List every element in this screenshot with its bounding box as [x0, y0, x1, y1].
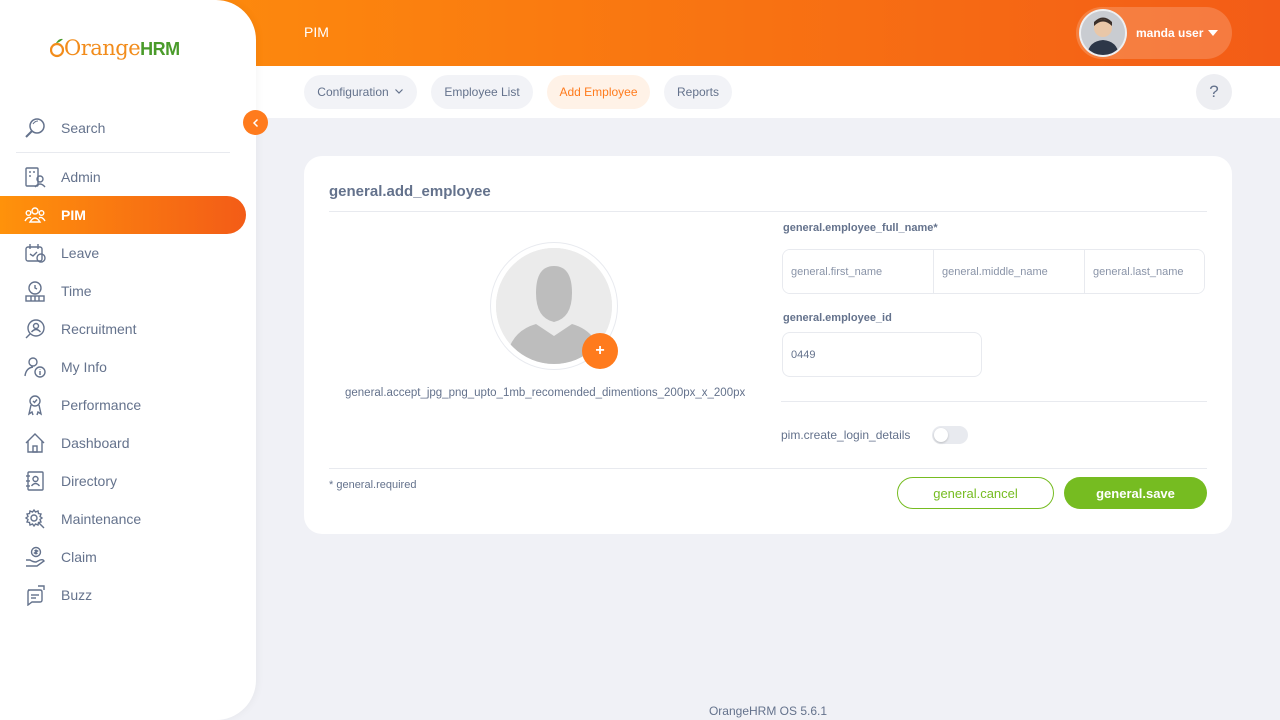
- tab-configuration[interactable]: Configuration: [304, 75, 417, 109]
- claim-icon: [23, 545, 47, 569]
- sidebar-item-buzz[interactable]: Buzz: [0, 576, 256, 614]
- admin-icon: [23, 165, 47, 189]
- tab-employee-list[interactable]: Employee List: [431, 75, 533, 109]
- sidebar-item-label: Buzz: [61, 587, 93, 603]
- tab-reports[interactable]: Reports: [664, 75, 732, 109]
- add-photo-button[interactable]: +: [582, 333, 618, 369]
- dashboard-icon: [23, 431, 47, 455]
- sidebar-item-dashboard[interactable]: Dashboard: [0, 424, 256, 462]
- full-name-label: general.employee_full_name*: [783, 222, 938, 234]
- chevron-down-icon: [394, 86, 404, 99]
- help-icon: ?: [1209, 82, 1219, 101]
- required-note: * general.required: [329, 479, 417, 491]
- toggle-knob: [934, 428, 948, 442]
- recruitment-icon: [23, 317, 47, 341]
- create-login-toggle[interactable]: [932, 426, 968, 444]
- sidebar-item-label: Time: [61, 283, 92, 299]
- avatar: [1079, 9, 1127, 57]
- sidebar-item-label: PIM: [61, 207, 86, 223]
- employee-id-label: general.employee_id: [783, 312, 892, 324]
- save-button[interactable]: general.save: [1064, 477, 1207, 509]
- top-nav: Configuration Employee List Add Employee…: [256, 66, 1280, 118]
- sidebar-item-admin[interactable]: Admin: [0, 158, 256, 196]
- create-login-label: pim.create_login_details: [781, 428, 911, 442]
- sidebar: OrangeHRM Search Admin PIM Leave Time Re…: [0, 0, 256, 720]
- tab-label: Reports: [676, 85, 720, 99]
- footer-version: OrangeHRM OS 5.6.1: [708, 704, 828, 718]
- sidebar-item-label: Recruitment: [61, 321, 137, 337]
- sidebar-item-label: Admin: [61, 169, 101, 185]
- sidebar-menu: Admin PIM Leave Time Recruitment My Info…: [0, 158, 256, 614]
- brand-name-hrm: HRM: [140, 39, 180, 59]
- tab-add-employee[interactable]: Add Employee: [547, 75, 650, 109]
- login-divider: [781, 401, 1207, 402]
- title-divider: [329, 211, 1207, 212]
- sidebar-item-label: Maintenance: [61, 511, 142, 527]
- sidebar-item-label: Directory: [61, 473, 118, 489]
- sidebar-item-time[interactable]: Time: [0, 272, 256, 310]
- tab-label: Add Employee: [559, 85, 638, 99]
- brand-name: OrangeHRM: [64, 36, 180, 60]
- sidebar-item-pim[interactable]: PIM: [0, 196, 246, 234]
- sidebar-item-directory[interactable]: Directory: [0, 462, 256, 500]
- buzz-icon: [23, 583, 47, 607]
- my-info-icon: [23, 355, 47, 379]
- brand-logo[interactable]: OrangeHRM: [50, 30, 180, 66]
- last-name-input[interactable]: [1085, 250, 1204, 293]
- middle-name-input[interactable]: [934, 250, 1085, 293]
- directory-icon: [23, 469, 47, 493]
- sidebar-item-label: My Info: [61, 359, 107, 375]
- footer-divider: [329, 468, 1207, 469]
- search-icon: [24, 117, 46, 139]
- form-title: general.add_employee: [329, 183, 491, 200]
- first-name-input[interactable]: [783, 250, 934, 293]
- search-label: Search: [61, 120, 106, 136]
- sidebar-item-label: Performance: [61, 397, 142, 413]
- sidebar-item-label: Dashboard: [61, 435, 130, 451]
- orange-logo-icon: [50, 38, 64, 58]
- user-name: manda user: [1136, 26, 1204, 40]
- leave-icon: [23, 241, 47, 265]
- page-title: PIM: [304, 24, 329, 40]
- performance-icon: [23, 393, 47, 417]
- sidebar-search[interactable]: Search: [16, 104, 230, 153]
- user-dropdown[interactable]: manda user: [1076, 7, 1232, 59]
- help-button[interactable]: ?: [1196, 74, 1232, 110]
- sidebar-item-my-info[interactable]: My Info: [0, 348, 256, 386]
- maintenance-icon: [23, 507, 47, 531]
- sidebar-collapse-button[interactable]: [243, 110, 268, 135]
- sidebar-item-label: Claim: [61, 549, 97, 565]
- plus-icon: +: [595, 342, 605, 359]
- brand-name-orange: Orange: [64, 36, 141, 60]
- sidebar-item-performance[interactable]: Performance: [0, 386, 256, 424]
- sidebar-item-claim[interactable]: Claim: [0, 538, 256, 576]
- cancel-button[interactable]: general.cancel: [897, 477, 1054, 509]
- tab-label: Configuration: [317, 85, 389, 99]
- add-employee-card: general.add_employee + general.accept_jp…: [304, 156, 1232, 534]
- sidebar-item-label: Leave: [61, 245, 100, 261]
- chevron-left-icon: [252, 118, 258, 127]
- photo-hint: general.accept_jpg_png_upto_1mb_recomend…: [345, 387, 746, 399]
- employee-id-input[interactable]: [782, 332, 982, 377]
- sidebar-item-maintenance[interactable]: Maintenance: [0, 500, 256, 538]
- sidebar-item-leave[interactable]: Leave: [0, 234, 256, 272]
- full-name-group: [782, 249, 1205, 294]
- time-icon: [23, 279, 47, 303]
- pim-icon: [23, 203, 47, 227]
- caret-down-icon: [1208, 30, 1219, 36]
- tab-label: Employee List: [444, 85, 520, 99]
- sidebar-item-recruitment[interactable]: Recruitment: [0, 310, 256, 348]
